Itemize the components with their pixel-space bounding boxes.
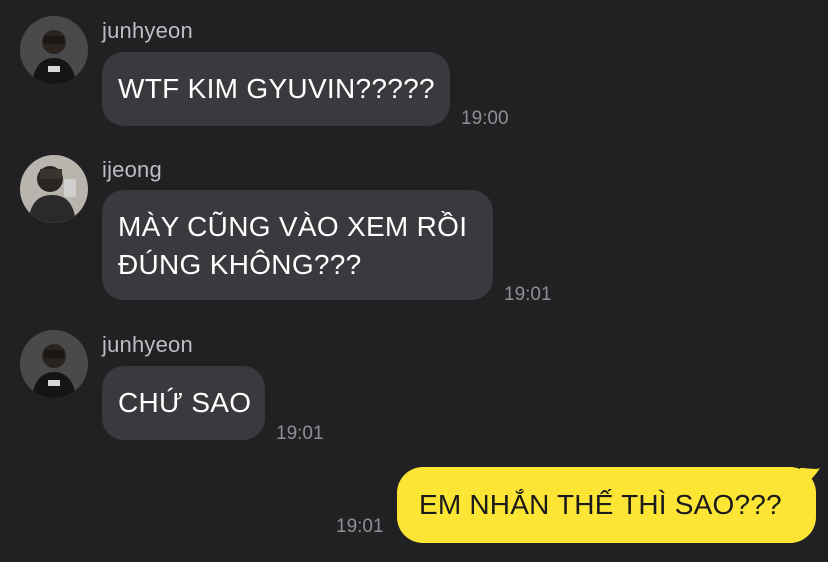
- profile-photo-icon: [20, 16, 88, 84]
- bubble-tail-icon: [800, 468, 820, 484]
- message-text: WTF KIM GYUVIN?????: [118, 73, 435, 104]
- sender-name: junhyeon: [102, 332, 193, 357]
- profile-photo-icon: [20, 330, 88, 398]
- message-bubble[interactable]: CHỨ SAO: [102, 366, 265, 440]
- sender-name: junhyeon: [102, 18, 193, 43]
- message-timestamp: 19:00: [461, 108, 509, 129]
- message-text: EM NHẮN THẾ THÌ SAO???: [419, 489, 782, 520]
- message-text-line: ĐÚNG KHÔNG???: [118, 249, 362, 280]
- sender-avatar-ijeong[interactable]: [20, 155, 88, 223]
- message-text: CHỨ SAO: [118, 387, 252, 418]
- message-timestamp: 19:01: [504, 284, 552, 305]
- profile-photo-icon: [20, 155, 88, 223]
- sender-avatar-junhyeon[interactable]: [20, 330, 88, 398]
- message-bubble[interactable]: WTF KIM GYUVIN?????: [102, 52, 450, 126]
- message-timestamp: 19:01: [336, 516, 384, 537]
- sender-name: ijeong: [102, 157, 162, 182]
- outgoing-message-bubble[interactable]: EM NHẮN THẾ THÌ SAO???: [397, 467, 816, 543]
- message-text-line: MÀY CŨNG VÀO XEM RỒI: [118, 211, 468, 242]
- message-bubble[interactable]: MÀY CŨNG VÀO XEM RỒI ĐÚNG KHÔNG???: [102, 190, 493, 300]
- message-timestamp: 19:01: [276, 423, 324, 444]
- sender-avatar-junhyeon[interactable]: [20, 16, 88, 84]
